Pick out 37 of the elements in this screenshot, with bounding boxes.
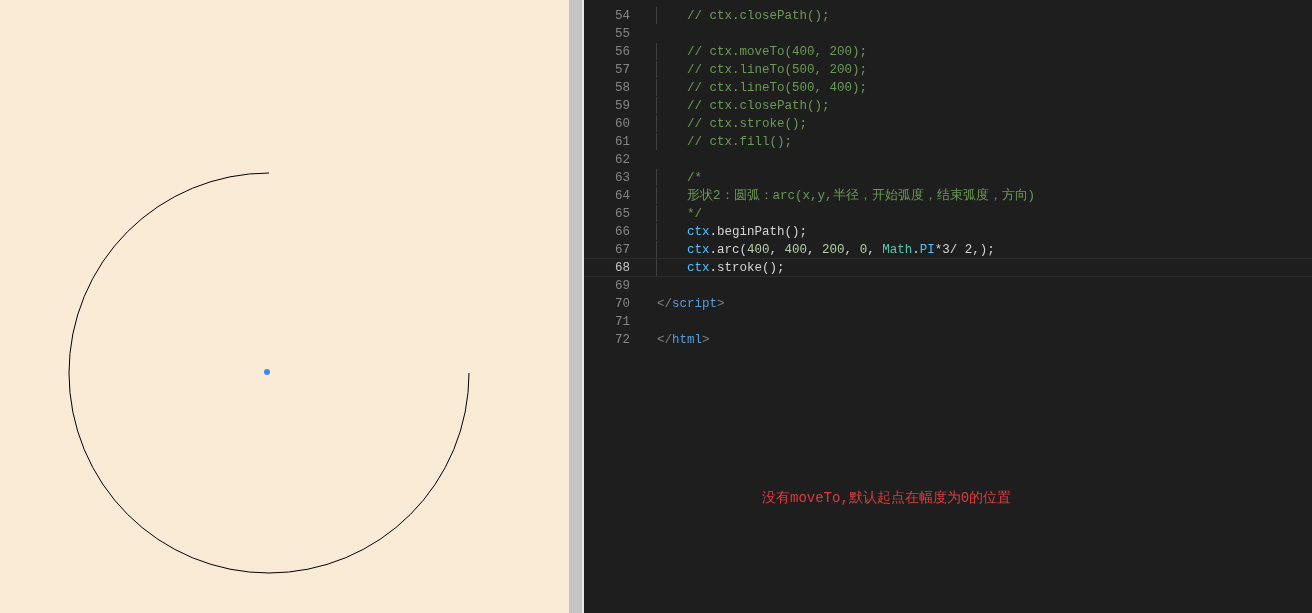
line-number: 57 (614, 62, 630, 78)
code-line: // ctx.closePath(); (656, 7, 830, 24)
line-number: 66 (614, 224, 630, 240)
line-number: 65 (614, 206, 630, 222)
code-line: ctx.beginPath(); (656, 223, 808, 240)
code-line: /* (656, 169, 702, 186)
line-number: 62 (614, 152, 630, 168)
line-number: 68 (614, 260, 630, 276)
code-line: ctx.stroke(); (656, 259, 785, 276)
line-number: 63 (614, 170, 630, 186)
line-number: 69 (614, 278, 630, 294)
code-line: // ctx.closePath(); (656, 97, 830, 114)
code-line: */ (656, 205, 702, 222)
code-line: </html> (656, 332, 710, 348)
line-number: 58 (614, 80, 630, 96)
center-dot (264, 369, 270, 375)
line-number: 71 (614, 314, 630, 330)
line-number: 55 (614, 26, 630, 42)
code-line: // ctx.fill(); (656, 133, 793, 150)
line-number: 56 (614, 44, 630, 60)
line-number: 64 (614, 188, 630, 204)
line-number: 60 (614, 116, 630, 132)
line-number: 61 (614, 134, 630, 150)
line-number: 72 (614, 332, 630, 348)
line-number: 54 (614, 8, 630, 24)
code-line: // ctx.stroke(); (656, 115, 808, 132)
line-number: 70 (614, 296, 630, 312)
code-line: </script> (656, 296, 725, 312)
scrollbar[interactable] (569, 0, 584, 613)
line-number: 59 (614, 98, 630, 114)
code-line: // ctx.lineTo(500, 400); (656, 79, 868, 96)
annotation-text: 没有moveTo,默认起点在幅度为0的位置 (762, 489, 1012, 508)
code-line: // ctx.lineTo(500, 200); (656, 61, 868, 78)
code-line: 形状2：圆弧：arc(x,y,半径，开始弧度，结束弧度，方向) (656, 187, 1036, 204)
code-line: ctx.arc(400, 400, 200, 0, Math.PI*3/ 2,); (656, 241, 995, 258)
code-line: // ctx.moveTo(400, 200); (656, 43, 868, 60)
line-number: 67 (614, 242, 630, 258)
